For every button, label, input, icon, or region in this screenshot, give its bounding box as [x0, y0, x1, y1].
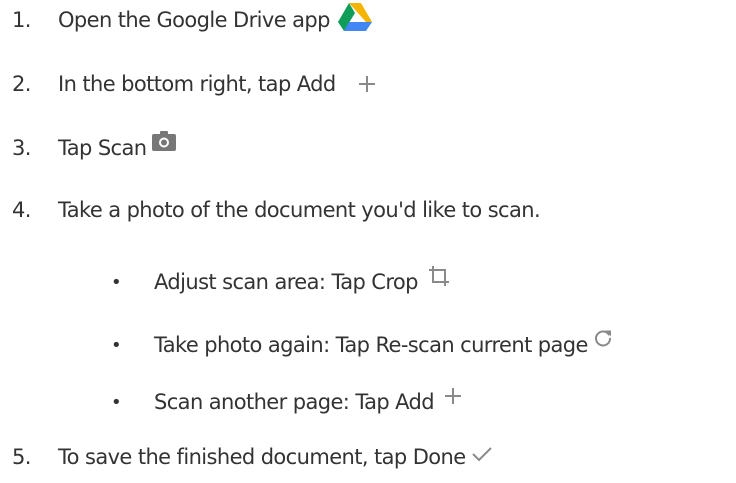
step-text: To save the finished document, tap Done	[58, 445, 466, 469]
step-number: 3.	[12, 136, 31, 160]
step-number: 5.	[12, 445, 31, 469]
google-drive-icon	[337, 2, 372, 32]
step-text: Tap Scan	[58, 136, 147, 160]
substep-text: Scan another page: Tap Add	[154, 390, 435, 414]
substep-text: Adjust scan area: Tap Crop	[154, 270, 418, 294]
substep-text: Take photo again: Tap Re-scan current pa…	[154, 333, 588, 357]
step-number: 1.	[12, 8, 31, 32]
step-number: 2.	[12, 72, 31, 96]
bullet: •	[111, 391, 122, 413]
bullet: •	[111, 271, 122, 293]
step-text: Take a photo of the document you'd like …	[58, 198, 541, 222]
crop-icon	[428, 265, 450, 287]
step-text: In the bottom right, tap Add	[58, 72, 336, 96]
camera-icon	[152, 131, 177, 151]
step-number: 4.	[12, 198, 31, 222]
checkmark-icon	[471, 446, 492, 462]
plus-icon	[358, 75, 376, 93]
refresh-icon	[594, 329, 612, 347]
bullet: •	[111, 334, 122, 356]
plus-icon	[444, 387, 462, 405]
step-text: Open the Google Drive app	[58, 8, 330, 32]
instruction-list: 1. Open the Google Drive app 2. In the b…	[0, 0, 736, 483]
